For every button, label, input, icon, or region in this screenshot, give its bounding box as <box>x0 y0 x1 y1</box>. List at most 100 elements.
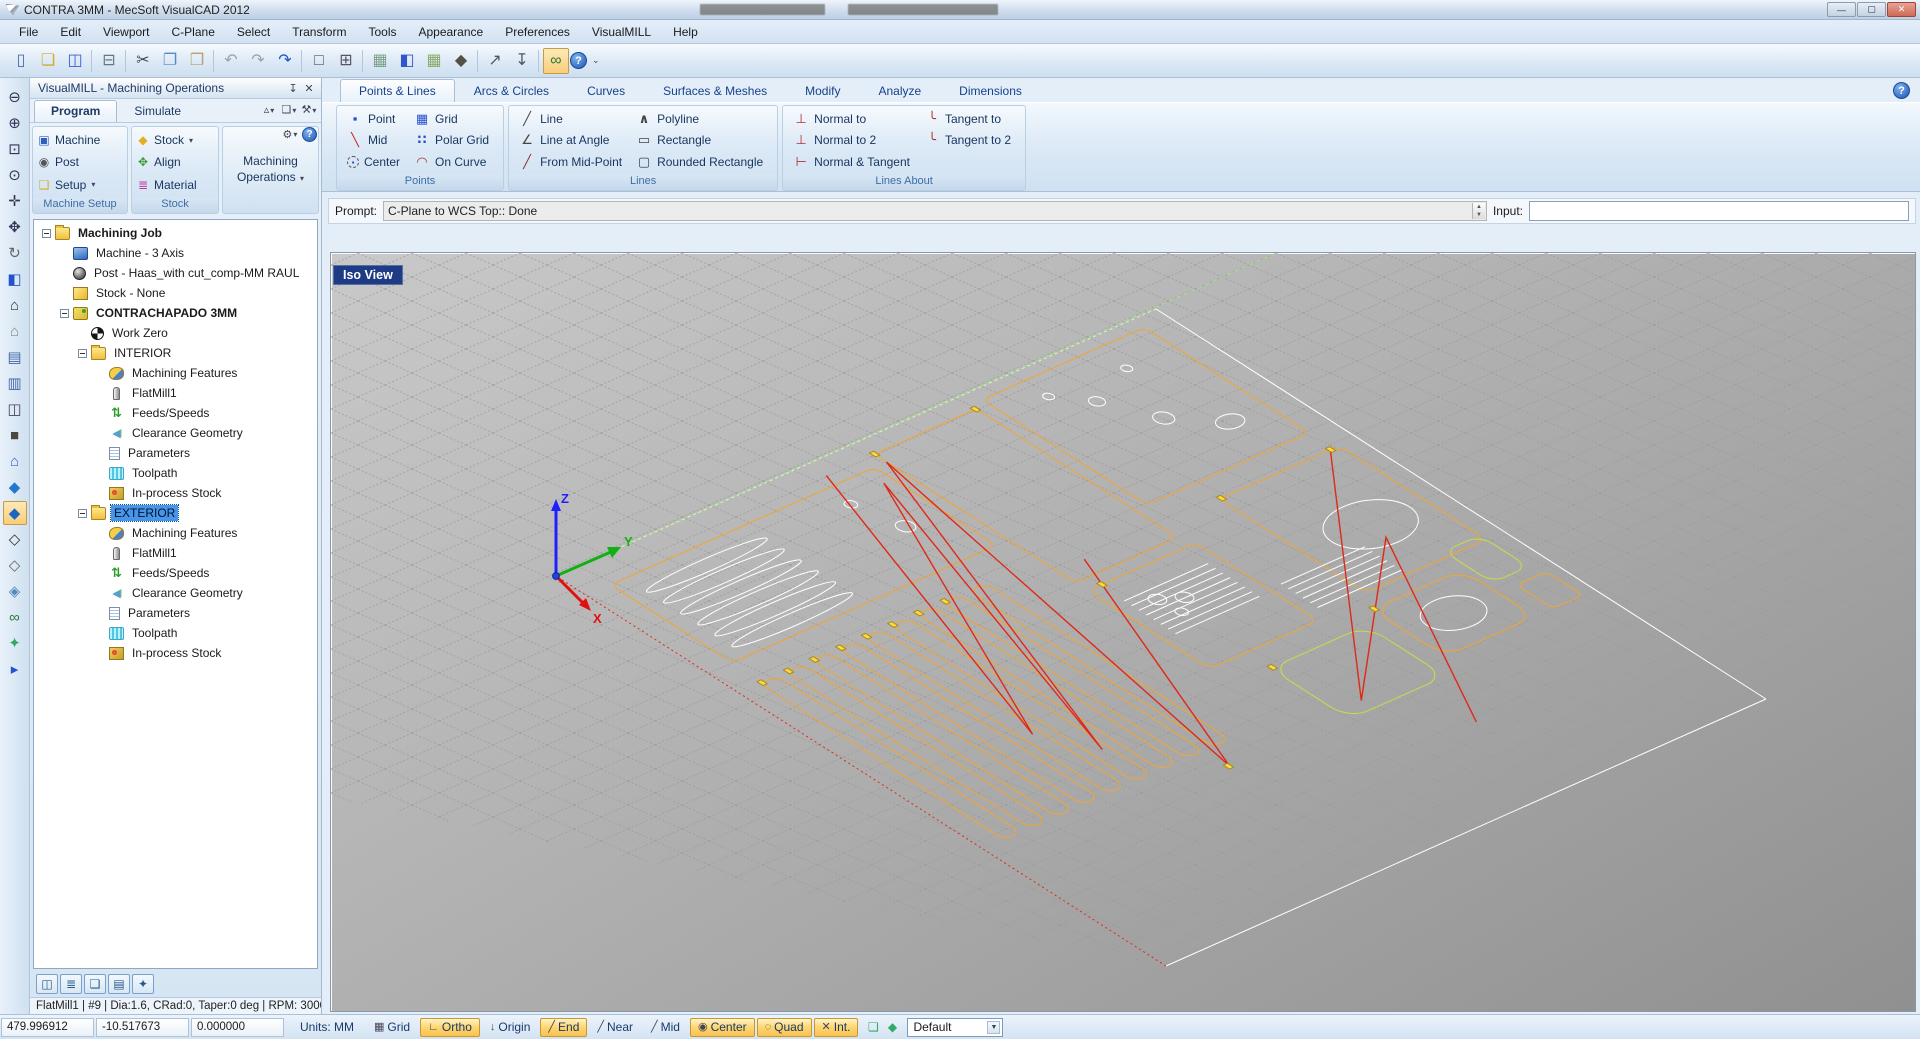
undo-2-icon[interactable]: ↷ <box>245 48 271 74</box>
ribbon-help-icon[interactable]: ? <box>1893 82 1910 99</box>
shaded-cube-edges-icon[interactable]: ◆ <box>3 501 27 525</box>
menu-item[interactable]: VisualMILL <box>581 22 662 42</box>
menu-item[interactable]: Transform <box>281 22 357 42</box>
ribbon-button[interactable]: On Curve <box>414 151 493 173</box>
tree-row[interactable]: Post - Haas_with cut_comp-MM RAUL <box>34 263 317 283</box>
layout-a-icon[interactable]: ▤ <box>3 345 27 369</box>
print-icon[interactable]: ⊟ <box>96 48 122 74</box>
sim-options-icon[interactable]: ✦ <box>132 974 154 994</box>
panel-tab[interactable]: Program <box>34 100 117 122</box>
tree-item-label[interactable]: Clearance Geometry <box>129 425 246 441</box>
layout-b-icon[interactable]: ▥ <box>3 371 27 395</box>
new-file-icon[interactable]: ▯ <box>8 48 34 74</box>
tree-row[interactable]: Feeds/Speeds <box>34 403 317 423</box>
command-input[interactable] <box>1529 201 1909 221</box>
ribbon-tab[interactable]: Modify <box>786 79 859 102</box>
undo-icon[interactable]: ↶ <box>218 48 244 74</box>
collapse-icon[interactable]: ▵▾ <box>261 103 277 118</box>
stock-button-icon[interactable]: ◆Stock▾ <box>136 133 214 147</box>
chevron-down-icon[interactable]: ▼ <box>987 1021 1000 1034</box>
tree-item-label[interactable]: Toolpath <box>129 625 180 641</box>
shade-solid-icon[interactable]: ◆ <box>448 48 474 74</box>
material-button-icon[interactable]: ≣Material <box>136 178 214 192</box>
home-view-icon[interactable]: ⌂ <box>3 293 27 317</box>
tree-row[interactable]: Machining Features <box>34 523 317 543</box>
tree-row[interactable]: Machining Job <box>34 223 317 243</box>
post-button-icon[interactable]: ◉Post <box>37 155 123 169</box>
tree-item-label[interactable]: Feeds/Speeds <box>129 565 212 581</box>
tree-row[interactable]: Clearance Geometry <box>34 423 317 443</box>
menu-item[interactable]: Appearance <box>407 22 494 42</box>
render-home-icon[interactable]: ⌂ <box>3 449 27 473</box>
save-icon[interactable]: ◫ <box>62 48 88 74</box>
tree-row[interactable]: FlatMill1 <box>34 543 317 563</box>
tree-item-label[interactable]: CONTRACHAPADO 3MM <box>93 305 240 321</box>
ribbon-tab[interactable]: Curves <box>568 79 644 102</box>
tree-row[interactable]: Work Zero <box>34 323 317 343</box>
ribbon-button[interactable]: Grid <box>414 108 493 130</box>
zoom-window-icon[interactable]: ⊡ <box>3 137 27 161</box>
settings-gear-icon[interactable]: ⚙▾ <box>282 127 298 142</box>
tree-item-label[interactable]: In-process Stock <box>129 485 224 501</box>
tree-item-label[interactable]: Machine - 3 Axis <box>93 245 187 261</box>
snap-toggle[interactable]: ╱ Near <box>589 1018 641 1037</box>
tree-item-label[interactable]: Clearance Geometry <box>129 585 246 601</box>
ribbon-button[interactable]: Normal to 2 <box>793 130 914 152</box>
ribbon-button[interactable]: Rounded Rectangle <box>636 151 767 173</box>
viewport-single-icon[interactable]: □ <box>306 48 332 74</box>
tree-item-label[interactable]: Machining Features <box>129 525 240 541</box>
ribbon-button[interactable]: From Mid-Point <box>519 151 626 173</box>
snap-toggle[interactable]: ✕ Int. <box>814 1018 859 1037</box>
shade-dark-icon[interactable]: ■ <box>3 423 27 447</box>
ribbon-button[interactable]: Polar Grid <box>414 130 493 152</box>
tree-item-label[interactable]: Machining Job <box>75 225 165 241</box>
snap-toggle[interactable]: ╱ Mid <box>643 1018 688 1037</box>
shield-icon[interactable]: ◆ <box>883 1018 901 1036</box>
selection-filter-icon[interactable]: ∞ <box>543 48 569 74</box>
setup-button-icon[interactable]: ❏Setup▾ <box>37 178 123 192</box>
prompt-history-spinner[interactable]: ▲▼ <box>1472 203 1485 219</box>
tree-item-label[interactable]: Parameters <box>125 445 193 461</box>
machining-operations-button[interactable]: Machining Operations ▾ <box>234 149 307 190</box>
menu-item[interactable]: Tools <box>357 22 407 42</box>
shaded-cube-icon[interactable]: ◆ <box>3 475 27 499</box>
rotate-view-icon[interactable]: ↻ <box>3 241 27 265</box>
copy-icon[interactable]: ❐ <box>157 48 183 74</box>
help-button[interactable]: ? <box>570 52 587 69</box>
tree-row[interactable]: Clearance Geometry <box>34 583 317 603</box>
tree-item-label[interactable]: In-process Stock <box>129 645 224 661</box>
redo-icon[interactable]: ↷ <box>272 48 298 74</box>
tree-item-label[interactable]: Machining Features <box>129 365 240 381</box>
wireframe-icon[interactable]: ◇ <box>3 553 27 577</box>
tools-menu-icon[interactable]: ⚒▾ <box>301 103 317 118</box>
pin-icon[interactable]: ↧ <box>285 81 301 96</box>
cut-icon[interactable]: ✂ <box>130 48 156 74</box>
tree-row[interactable]: Toolpath <box>34 623 317 643</box>
tree-row[interactable]: Parameters <box>34 603 317 623</box>
ribbon-button[interactable]: Tangent to <box>924 108 1015 130</box>
ribbon-tab[interactable]: Surfaces & Meshes <box>644 79 786 102</box>
tree-row[interactable]: Stock - None <box>34 283 317 303</box>
ribbon-button[interactable]: Normal & Tangent <box>793 151 914 173</box>
snap-toggle[interactable]: ▦ Grid <box>366 1018 418 1037</box>
ribbon-tab[interactable]: Analyze <box>859 79 940 102</box>
layer-properties-icon[interactable]: ❏ <box>864 1018 882 1036</box>
sim-tool-icon[interactable]: ❏ <box>84 974 106 994</box>
tree-row[interactable]: Machine - 3 Axis <box>34 243 317 263</box>
spectacles-icon[interactable]: ∞ <box>3 605 27 629</box>
tree-row[interactable]: FlatMill1 <box>34 383 317 403</box>
tree-row[interactable]: Machining Features <box>34 363 317 383</box>
toolbar-overflow-icon[interactable]: ⌄ <box>592 55 600 66</box>
tree-row[interactable]: In-process Stock <box>34 483 317 503</box>
wireframe-hidden-icon[interactable]: ◇ <box>3 527 27 551</box>
snap-toggle[interactable]: ◌ Quad <box>757 1018 812 1037</box>
tree-item-label[interactable]: EXTERIOR <box>111 505 178 521</box>
pan-icon[interactable]: ✥ <box>3 215 27 239</box>
save-view-icon[interactable]: ◫ <box>3 397 27 421</box>
tree-item-label[interactable]: FlatMill1 <box>129 545 180 561</box>
menu-item[interactable]: C-Plane <box>161 22 226 42</box>
shade-mesh-icon[interactable]: ▦ <box>367 48 393 74</box>
menu-item[interactable]: File <box>8 22 49 42</box>
ribbon-button[interactable]: Line <box>519 108 626 130</box>
shade-mesh-sel-icon[interactable]: ▦ <box>421 48 447 74</box>
